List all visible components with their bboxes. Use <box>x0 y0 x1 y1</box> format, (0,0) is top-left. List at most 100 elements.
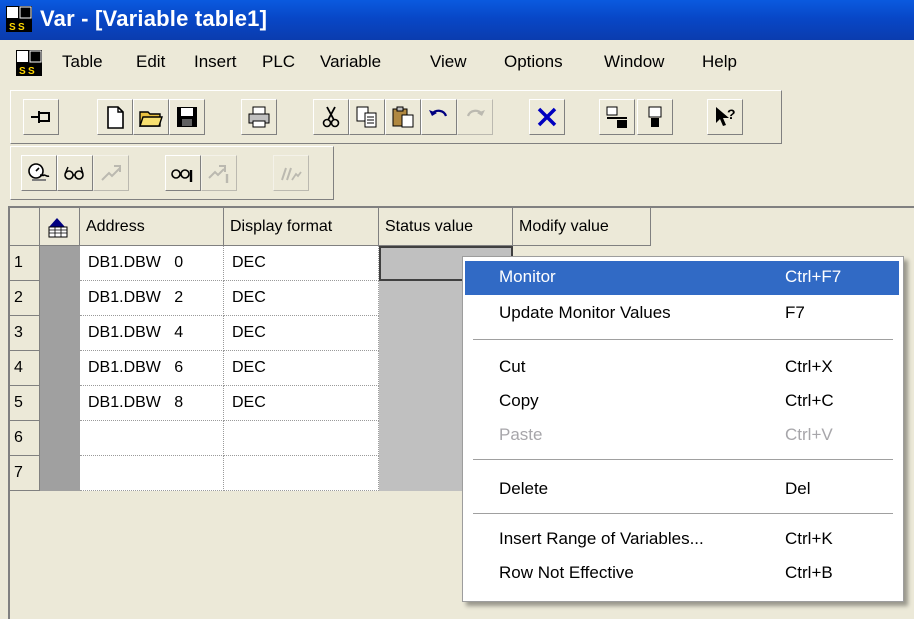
open-button[interactable] <box>133 99 169 135</box>
force-icon <box>281 167 302 181</box>
modify-once-button[interactable] <box>201 155 237 191</box>
menu-bar: S S Table Edit Insert PLC Variable View … <box>0 44 914 84</box>
pin-icon <box>31 111 50 123</box>
menu-item-label: Paste <box>499 425 543 444</box>
row-header[interactable]: 4 <box>10 351 40 386</box>
redo-button[interactable] <box>457 99 493 135</box>
menu-item-label: Cut <box>499 357 526 376</box>
svg-text:S: S <box>28 66 35 76</box>
delete-x-icon <box>537 107 557 127</box>
save-disk-icon <box>177 107 197 127</box>
menu-help[interactable]: Help <box>702 52 737 72</box>
station-icon <box>648 106 662 127</box>
row-header[interactable]: 5 <box>10 386 40 421</box>
station-button[interactable] <box>637 99 673 135</box>
update-monitor-button[interactable] <box>165 155 201 191</box>
monitor-once-button[interactable] <box>57 155 93 191</box>
symbol-cell[interactable] <box>40 281 80 316</box>
paste-button[interactable] <box>385 99 421 135</box>
address-cell[interactable]: DB1.DBW 0 <box>80 246 224 281</box>
format-cell[interactable]: DEC <box>224 351 379 386</box>
row-header[interactable]: 1 <box>10 246 40 281</box>
help-pointer-icon: ? <box>716 106 736 126</box>
title-bar[interactable]: S S Var - [Variable table1] <box>0 0 914 40</box>
menu-view[interactable]: View <box>430 52 467 72</box>
menu-item-monitor[interactable]: Monitor Ctrl+F7 <box>465 261 899 295</box>
symbol-cell[interactable] <box>40 421 80 456</box>
menu-item-shortcut: Ctrl+F7 <box>785 267 842 286</box>
symbol-cell[interactable] <box>40 316 80 351</box>
symbol-column-header[interactable] <box>40 208 80 246</box>
modify-arrow-icon <box>101 165 121 181</box>
address-cell[interactable] <box>80 456 224 491</box>
format-cell[interactable]: DEC <box>224 386 379 421</box>
network-button[interactable] <box>599 99 635 135</box>
display-format-column-header[interactable]: Display format <box>224 208 379 246</box>
menu-item-copy[interactable]: Copy Ctrl+C <box>465 385 899 419</box>
menu-options[interactable]: Options <box>504 52 563 72</box>
address-cell[interactable]: DB1.DBW 2 <box>80 281 224 316</box>
menu-item-row-not-effective[interactable]: Row Not Effective Ctrl+B <box>465 557 899 591</box>
menu-plc[interactable]: PLC <box>262 52 295 72</box>
menu-item-label: Insert Range of Variables... <box>499 529 704 548</box>
monitor-glasses-icon <box>28 163 50 181</box>
menu-item-shortcut: F7 <box>785 303 805 322</box>
new-icon <box>107 106 124 129</box>
undo-button[interactable] <box>421 99 457 135</box>
menu-item-label: Monitor <box>499 267 556 286</box>
status-value-column-header[interactable]: Status value <box>379 208 513 246</box>
address-cell[interactable]: DB1.DBW 4 <box>80 316 224 351</box>
format-cell[interactable]: DEC <box>224 281 379 316</box>
address-column-header[interactable]: Address <box>80 208 224 246</box>
row-header[interactable]: 6 <box>10 421 40 456</box>
app-icon[interactable]: S S <box>6 6 32 32</box>
save-button[interactable] <box>169 99 205 135</box>
glasses-icon <box>64 166 84 180</box>
row-header[interactable]: 7 <box>10 456 40 491</box>
undo-icon <box>429 109 448 117</box>
address-cell[interactable] <box>80 421 224 456</box>
menu-edit[interactable]: Edit <box>136 52 165 72</box>
modify-value-column-header[interactable]: Modify value <box>513 208 651 246</box>
menu-item-shortcut: Ctrl+X <box>785 357 833 376</box>
symbol-cell[interactable] <box>40 351 80 386</box>
open-folder-icon <box>139 111 163 127</box>
pin-button[interactable] <box>23 99 59 135</box>
row-header[interactable]: 2 <box>10 281 40 316</box>
force-button[interactable] <box>273 155 309 191</box>
menu-item-insert-range[interactable]: Insert Range of Variables... Ctrl+K <box>465 523 899 557</box>
standard-toolbar: ? <box>10 90 782 144</box>
modify-button[interactable] <box>93 155 129 191</box>
menu-item-cut[interactable]: Cut Ctrl+X <box>465 351 899 385</box>
delete-button[interactable] <box>529 99 565 135</box>
monitor-button[interactable] <box>21 155 57 191</box>
row-header[interactable]: 3 <box>10 316 40 351</box>
format-cell[interactable] <box>224 421 379 456</box>
address-cell[interactable]: DB1.DBW 6 <box>80 351 224 386</box>
symbol-cell[interactable] <box>40 456 80 491</box>
menu-table[interactable]: Table <box>62 52 103 72</box>
symbol-cell[interactable] <box>40 386 80 421</box>
format-cell[interactable] <box>224 456 379 491</box>
context-help-button[interactable]: ? <box>707 99 743 135</box>
corner-header[interactable] <box>10 208 40 246</box>
menu-insert[interactable]: Insert <box>194 52 237 72</box>
menu-item-paste[interactable]: Paste Ctrl+V <box>465 419 899 453</box>
scissors-icon <box>322 106 340 128</box>
menu-separator <box>473 339 893 340</box>
print-button[interactable] <box>241 99 277 135</box>
menu-item-shortcut: Ctrl+C <box>785 391 834 410</box>
menu-window[interactable]: Window <box>604 52 664 72</box>
menu-item-update-monitor-values[interactable]: Update Monitor Values F7 <box>465 297 899 331</box>
address-cell[interactable]: DB1.DBW 8 <box>80 386 224 421</box>
cut-button[interactable] <box>313 99 349 135</box>
copy-button[interactable] <box>349 99 385 135</box>
format-cell[interactable]: DEC <box>224 316 379 351</box>
document-icon[interactable]: S S <box>16 50 42 76</box>
menu-variable[interactable]: Variable <box>320 52 381 72</box>
menu-item-shortcut: Ctrl+B <box>785 563 833 582</box>
menu-item-delete[interactable]: Delete Del <box>465 473 899 507</box>
symbol-cell[interactable] <box>40 246 80 281</box>
new-button[interactable] <box>97 99 133 135</box>
format-cell[interactable]: DEC <box>224 246 379 281</box>
